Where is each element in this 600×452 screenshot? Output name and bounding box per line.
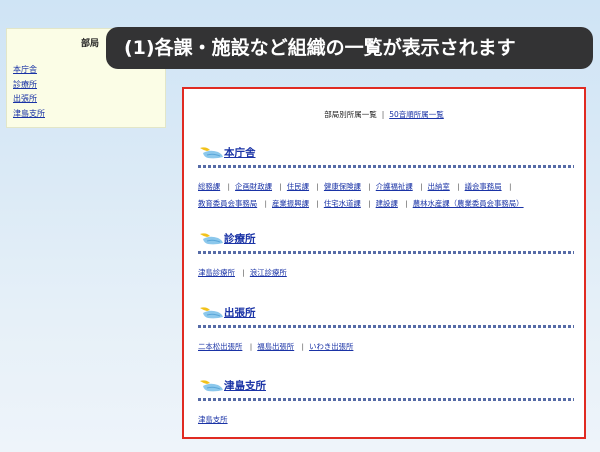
- section-link-list: 津島支所: [198, 411, 574, 428]
- section-bird-icon: [200, 380, 223, 392]
- office-link[interactable]: 建設課: [376, 199, 398, 208]
- office-link[interactable]: 津島支所: [198, 415, 228, 424]
- section-heading: 診療所: [198, 231, 574, 247]
- link-separator: |: [227, 182, 231, 191]
- link-separator: |: [405, 199, 408, 208]
- section-bird-icon: [200, 233, 223, 245]
- section-bird-icon: [200, 147, 223, 159]
- link-separator: |: [508, 182, 512, 191]
- section-title-link[interactable]: 津島支所: [224, 378, 266, 394]
- link-separator: |: [368, 199, 371, 208]
- office-link[interactable]: いわき出張所: [309, 342, 353, 351]
- section-heading: 本庁舎: [198, 145, 574, 161]
- office-link[interactable]: 住宅水道課: [324, 199, 361, 208]
- sidebar-item: 津島支所: [13, 107, 165, 122]
- section-shinryojo: 診療所 津島診療所 | 浪江診療所: [198, 231, 574, 281]
- section-title-link[interactable]: 出張所: [224, 305, 256, 321]
- section-divider: [198, 251, 574, 254]
- office-link[interactable]: 議会事務局: [465, 182, 502, 191]
- sidebar-item-tsushima-shisho[interactable]: 津島支所: [13, 109, 45, 118]
- office-link[interactable]: 教育委員会事務局: [198, 199, 257, 208]
- link-separator: |: [301, 342, 305, 351]
- link-separator: |: [316, 199, 319, 208]
- office-link[interactable]: 出納室: [428, 182, 450, 191]
- section-honchosha: 本庁舎 総務課 | 企画財政課 | 住民課 | 健康保険課 | 介護福祉課 | 出納室 |…: [198, 145, 574, 212]
- caption-banner: (1)各課・施設など組織の一覧が表示されます: [106, 27, 593, 69]
- link-separator: |: [368, 182, 371, 191]
- link-separator: |: [242, 268, 245, 277]
- office-link[interactable]: 津島診療所: [198, 268, 235, 277]
- link-separator: |: [457, 182, 460, 191]
- section-link-list: 二本松出張所 | 福島出張所 | いわき出張所: [198, 338, 574, 355]
- section-heading: 津島支所: [198, 378, 574, 394]
- sidebar-list: 本庁舎 診療所 出張所 津島支所: [7, 63, 165, 121]
- kana-order-list-link[interactable]: 50音順所属一覧: [389, 110, 444, 119]
- section-title-link[interactable]: 診療所: [224, 231, 256, 247]
- list-type-links: 部局別所属一覧 | 50音順所属一覧: [184, 109, 584, 120]
- link-separator: |: [264, 199, 268, 208]
- section-heading: 出張所: [198, 305, 574, 321]
- office-link[interactable]: 福島出張所: [257, 342, 294, 351]
- section-divider: [198, 325, 574, 328]
- link-separator: |: [249, 342, 253, 351]
- link-separator: |: [279, 182, 282, 191]
- section-divider: [198, 165, 574, 168]
- section-divider: [198, 398, 574, 401]
- department-list-label: 部局別所属一覧: [324, 110, 377, 119]
- office-link[interactable]: 健康保険課: [324, 182, 361, 191]
- section-bird-icon: [200, 307, 223, 319]
- section-link-list: 津島診療所 | 浪江診療所: [198, 264, 574, 281]
- sidebar-item-shucchojo[interactable]: 出張所: [13, 94, 37, 103]
- section-shucchojo: 出張所 二本松出張所 | 福島出張所 | いわき出張所: [198, 305, 574, 355]
- organization-panel: 部局別所属一覧 | 50音順所属一覧 本庁舎 総務課 | 企画財政課 | 住民課 | 健康…: [182, 87, 586, 439]
- office-link[interactable]: 二本松出張所: [198, 342, 242, 351]
- office-link[interactable]: 浪江診療所: [250, 268, 287, 277]
- office-link[interactable]: 住民課: [287, 182, 309, 191]
- office-link[interactable]: 農林水産課（農業委員会事務局）: [413, 199, 524, 208]
- sidebar-item-shinryojo[interactable]: 診療所: [13, 80, 37, 89]
- separator: |: [381, 110, 385, 119]
- office-link[interactable]: 介護福祉課: [376, 182, 413, 191]
- office-link[interactable]: 企画財政課: [235, 182, 272, 191]
- office-link[interactable]: 総務課: [198, 182, 220, 191]
- sidebar-item-honchosha[interactable]: 本庁舎: [13, 65, 37, 74]
- section-title-link[interactable]: 本庁舎: [224, 145, 256, 161]
- section-link-list: 総務課 | 企画財政課 | 住民課 | 健康保険課 | 介護福祉課 | 出納室 | 議会事務…: [198, 178, 574, 212]
- sidebar-item: 出張所: [13, 92, 165, 107]
- link-separator: |: [316, 182, 319, 191]
- sidebar-item: 診療所: [13, 78, 165, 93]
- section-tsushima-shisho: 津島支所 津島支所: [198, 378, 574, 428]
- office-link[interactable]: 産業振興課: [272, 199, 309, 208]
- link-separator: |: [420, 182, 423, 191]
